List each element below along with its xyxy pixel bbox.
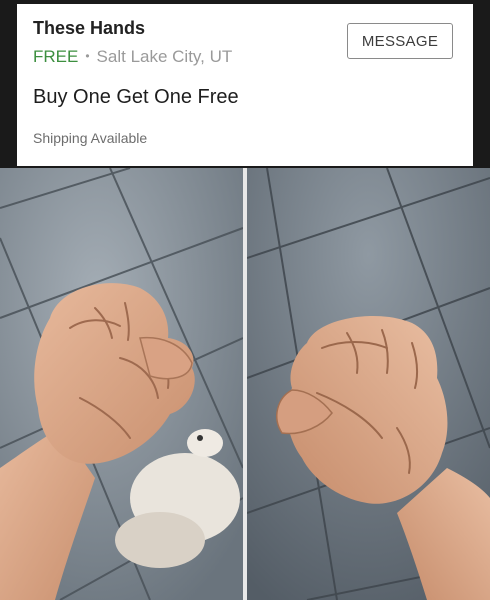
listing-photo-right[interactable] [247,168,490,600]
left-fist-illustration [0,168,243,600]
listing-location: Salt Lake City, UT [96,47,233,66]
listing-title: These Hands [33,18,146,38]
post-frame: These Hands FREE • Salt Lake City, UT Buy … [0,0,490,600]
right-fist-illustration [247,168,490,600]
listing-photo-left[interactable] [0,168,243,600]
listing-price: FREE [33,47,79,66]
listing-headline: Buy One Get One Free [33,86,239,108]
listing-card: These Hands FREE • Salt Lake City, UT Buy … [17,4,473,166]
listing-meta: FREE • Salt Lake City, UT [33,47,232,67]
meta-separator: • [85,49,90,63]
message-button[interactable]: MESSAGE [347,23,453,59]
shipping-label: Shipping Available [33,130,148,146]
